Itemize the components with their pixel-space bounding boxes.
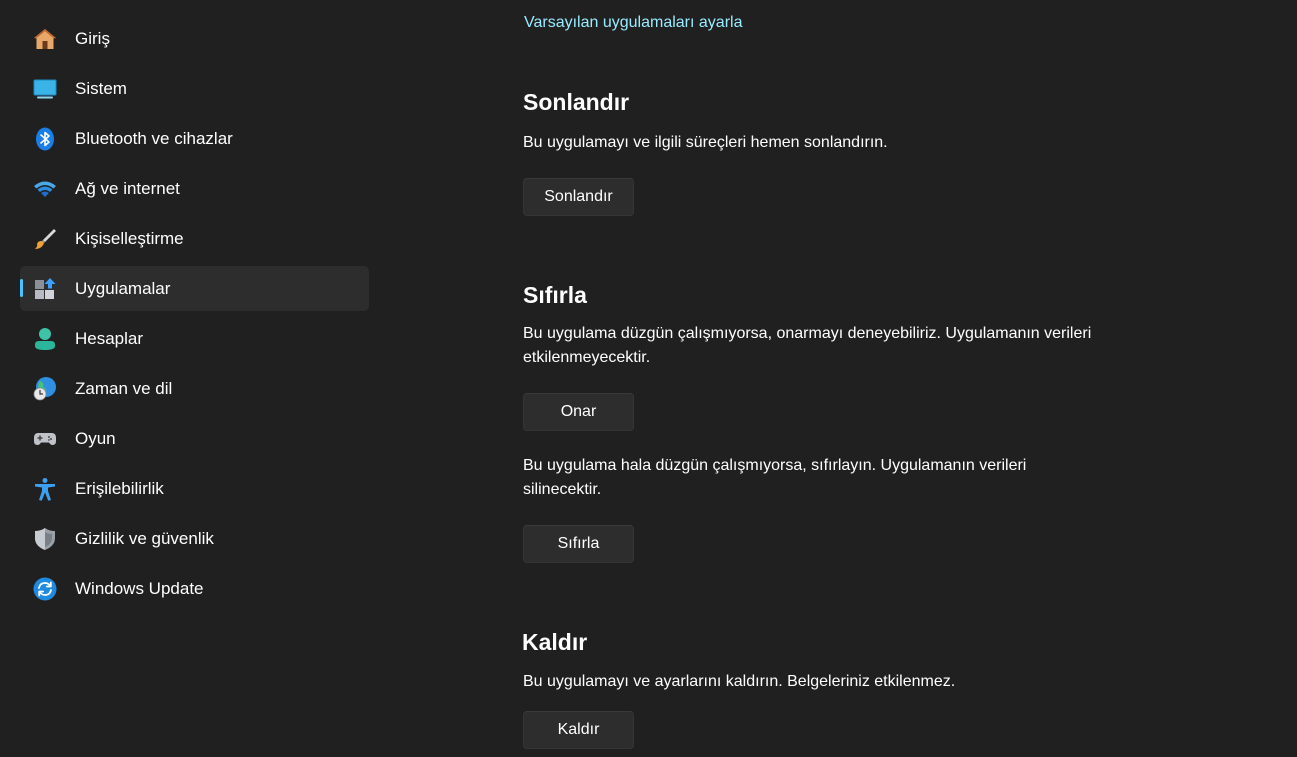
sidebar-nav: Giriş Sistem Bluetooth ve cihazlar Ağ ve… <box>20 16 369 616</box>
terminate-section-title: Sonlandır <box>523 89 630 115</box>
accessibility-icon <box>33 477 57 501</box>
update-icon <box>33 577 57 601</box>
repair-button[interactable]: Onar <box>523 393 634 431</box>
uninstall-section-title: Kaldır <box>522 629 588 655</box>
paintbrush-icon <box>33 227 57 251</box>
sidebar-item-privacy-security[interactable]: Gizlilik ve güvenlik <box>20 516 369 561</box>
reset-description: Bu uygulama hala düzgün çalışmıyorsa, sı… <box>523 457 1027 498</box>
sidebar-item-label: Erişilebilirlik <box>75 478 164 498</box>
person-icon <box>33 327 57 351</box>
apps-icon <box>33 277 57 301</box>
sidebar-item-label: Windows Update <box>75 578 204 598</box>
default-apps-link[interactable]: Varsayılan uygulamaları ayarla <box>524 14 742 32</box>
sidebar-item-label: Gizlilik ve güvenlik <box>75 528 214 548</box>
sidebar-item-label: Zaman ve dil <box>75 378 173 398</box>
terminate-button[interactable]: Sonlandır <box>523 178 634 216</box>
sidebar-item-accounts[interactable]: Hesaplar <box>20 316 369 361</box>
settings-window: Giriş Sistem Bluetooth ve cihazlar Ağ ve… <box>0 0 1297 757</box>
sidebar-item-gaming[interactable]: Oyun <box>20 416 369 461</box>
reset-button[interactable]: Sıfırla <box>523 525 634 563</box>
repair-description: Bu uygulama düzgün çalışmıyorsa, onarmay… <box>523 325 1092 366</box>
sidebar-item-system[interactable]: Sistem <box>20 66 369 111</box>
uninstall-description: Bu uygulamayı ve ayarlarını kaldırın. Be… <box>523 673 956 690</box>
sidebar-item-apps[interactable]: Uygulamalar <box>20 266 369 311</box>
sidebar-item-label: Hesaplar <box>75 328 144 348</box>
sidebar-item-label: Sistem <box>75 78 127 98</box>
sidebar-item-label: Ağ ve internet <box>75 178 180 198</box>
sidebar-item-bluetooth[interactable]: Bluetooth ve cihazlar <box>20 116 369 161</box>
sidebar-item-network[interactable]: Ağ ve internet <box>20 166 369 211</box>
gamepad-icon <box>33 427 57 451</box>
reset-section-title: Sıfırla <box>523 282 587 308</box>
sidebar-item-label: Giriş <box>75 28 110 48</box>
sidebar-item-accessibility[interactable]: Erişilebilirlik <box>20 466 369 511</box>
shield-icon <box>33 527 57 551</box>
sidebar-item-time-language[interactable]: Zaman ve dil <box>20 366 369 411</box>
terminate-description: Bu uygulamayı ve ilgili süreçleri hemen … <box>523 134 888 151</box>
sidebar-item-label: Bluetooth ve cihazlar <box>75 128 233 148</box>
sidebar-item-windows-update[interactable]: Windows Update <box>20 566 369 611</box>
sidebar-item-label: Oyun <box>75 428 116 448</box>
wifi-icon <box>33 177 57 201</box>
sidebar-item-label: Kişiselleştirme <box>75 228 184 248</box>
monitor-icon <box>33 77 57 101</box>
bluetooth-icon <box>33 127 57 151</box>
sidebar-item-label: Uygulamalar <box>75 278 171 298</box>
home-icon <box>33 27 57 51</box>
sidebar-item-home[interactable]: Giriş <box>20 16 369 61</box>
globe-clock-icon <box>33 377 57 401</box>
sidebar-item-personalization[interactable]: Kişiselleştirme <box>20 216 369 261</box>
uninstall-button[interactable]: Kaldır <box>523 711 634 749</box>
